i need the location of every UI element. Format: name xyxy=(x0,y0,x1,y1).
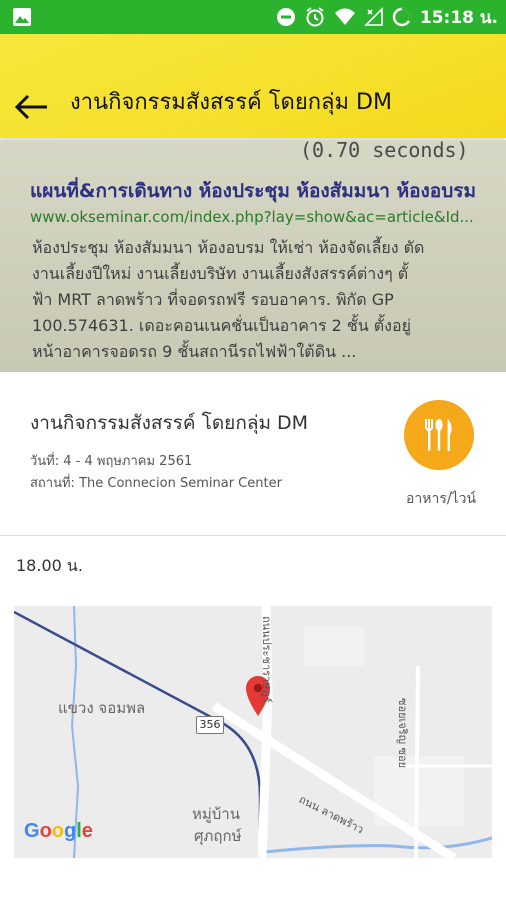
map-village-label: ศุภฤกษ์ xyxy=(194,827,242,845)
image-text-line: ห้องประชุม ห้องสัมมนา ห้องอบรม ให้เช่า ห… xyxy=(32,238,425,257)
signal-icon xyxy=(363,7,384,27)
app-bar: งานกิจกรรมสังสรรค์ โดยกลุ่ม DM xyxy=(0,34,506,138)
category-label: อาหาร/ไวน์ xyxy=(405,491,477,507)
event-name: งานกิจกรรมสังสรรค์ โดยกลุ่ม DM xyxy=(30,412,309,434)
category-badge[interactable] xyxy=(404,400,474,470)
event-venue: สถานที่: The Connecion Seminar Center xyxy=(30,476,282,491)
arrow-back-icon xyxy=(14,94,47,120)
page-title: งานกิจกรรมสังสรรค์ โดยกลุ่ม DM xyxy=(70,90,392,115)
event-date: วันที่: 4 - 4 พฤษภาคม 2561 xyxy=(30,454,193,469)
back-button[interactable] xyxy=(10,86,52,128)
event-time: 18.00 น. xyxy=(16,556,83,575)
road-label: ถนนประชาราษฎร์ xyxy=(260,616,273,703)
image-text-line: หน้าอาคารจอดรถ 9 ชั้นสถานีรถไฟฟ้าใต้ดิน … xyxy=(32,342,357,361)
image-text-line: (0.70 seconds) xyxy=(300,140,469,162)
image-text-line: แผนที่&การเดินทาง ห้องประชุม ห้องสัมมนา … xyxy=(30,180,477,202)
map-district-label: แขวง จอมพล xyxy=(58,699,146,717)
alarm-icon xyxy=(304,6,326,28)
do-not-disturb-icon xyxy=(276,7,296,27)
status-icons: 15:18 น. xyxy=(276,0,498,34)
image-text-line: งานเลี้ยงปีใหม่ งานเลี้ยงบริษัท งานเลี้ย… xyxy=(32,264,409,283)
event-info: งานกิจกรรมสังสรรค์ โดยกลุ่ม DM วันที่: 4… xyxy=(0,372,506,536)
map-view[interactable]: แขวง จอมพล 356 ถนนประชาราษฎร์ ถนน ลาดพร้… xyxy=(14,606,492,858)
image-text-line: 100.574631. เดอะคอนเนคชั่นเป็นอาคาร 2 ชั… xyxy=(32,316,411,335)
event-cover-image: (0.70 seconds) แผนที่&การเดินทาง ห้องประ… xyxy=(0,140,506,372)
road-label: ซอยเจริญ ซอย xyxy=(396,698,409,769)
route-marker: 356 xyxy=(196,716,224,734)
battery-icon xyxy=(392,7,412,27)
restaurant-icon xyxy=(425,419,452,451)
google-logo: Google xyxy=(24,820,93,842)
clock-time: 15:18 น. xyxy=(419,7,498,28)
status-bar: 15:18 น. xyxy=(0,0,506,34)
image-text-line: www.okseminar.com/index.php?lay=show&ac=… xyxy=(30,208,474,226)
map-village-label: หมู่บ้าน xyxy=(192,805,240,823)
image-text-line: ฟ้า MRT ลาดพร้าว ที่จอดรถฟรี รอบอาคาร. พ… xyxy=(32,290,394,309)
image-icon xyxy=(12,7,32,27)
wifi-icon xyxy=(334,7,356,27)
